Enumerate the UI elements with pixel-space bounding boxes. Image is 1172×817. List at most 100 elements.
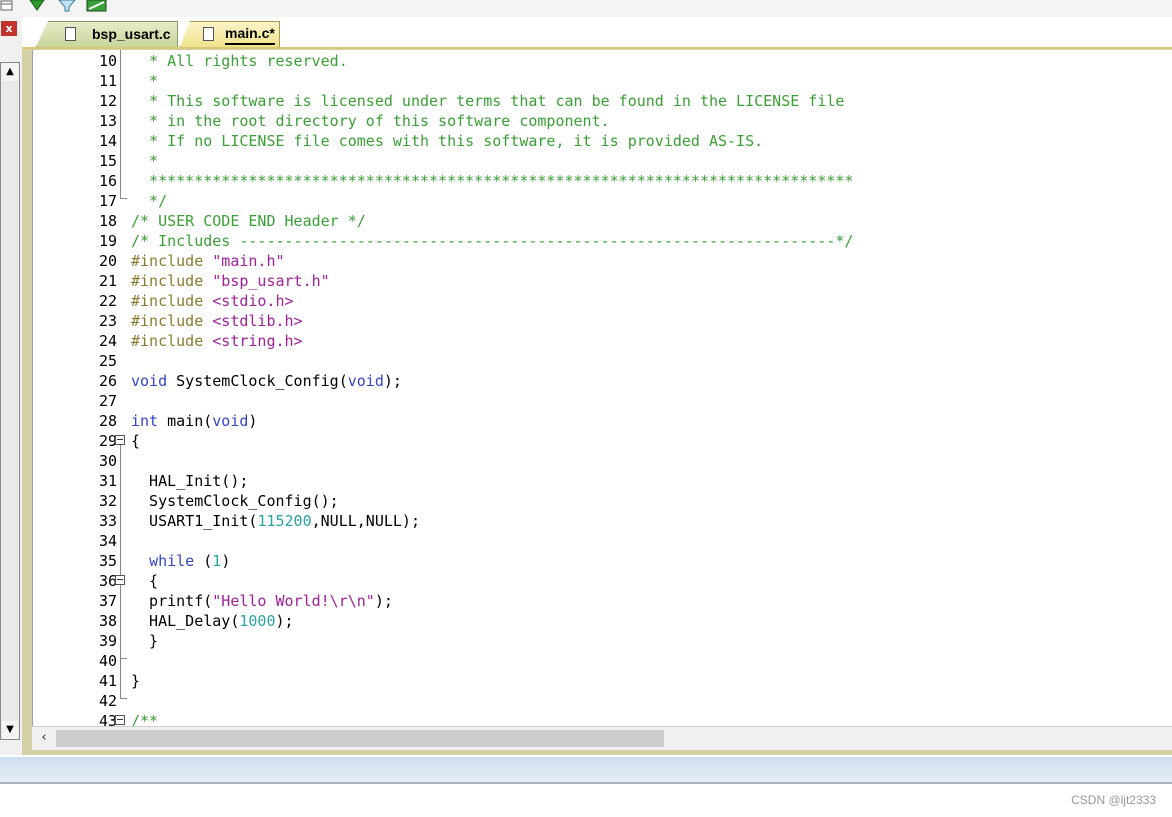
tab-bsp-usart-c[interactable]: bsp_usart.c [36, 21, 178, 47]
image-view-icon[interactable] [86, 0, 108, 12]
code-token: * This software is licensed under terms … [131, 92, 845, 110]
line-number: 35 [98, 552, 117, 570]
line-number: 29 [98, 432, 117, 450]
code-line[interactable]: 11 * [33, 71, 1172, 91]
tab-main-c[interactable]: main.c* [180, 21, 280, 47]
download-arrow-icon[interactable] [28, 0, 46, 12]
code-editor[interactable]: 10 * All rights reserved. 11 * 12 * This s… [32, 50, 1172, 726]
code-line[interactable]: 41} [33, 671, 1172, 691]
code-text: printf("Hello World!\r\n"); [131, 591, 393, 611]
code-token: HAL_Init(); [131, 472, 249, 490]
filter-icon[interactable] [58, 0, 76, 12]
code-text: * [131, 71, 158, 91]
code-line[interactable]: 27 [33, 391, 1172, 411]
line-number: 41 [98, 672, 117, 690]
fold-toggle-icon[interactable] [115, 435, 125, 445]
code-line[interactable]: 14 * If no LICENSE file comes with this … [33, 131, 1172, 151]
line-number: 16 [98, 172, 117, 190]
tab-bar: bsp_usart.c main.c* [22, 17, 1172, 49]
code-text: * If no LICENSE file comes with this sof… [131, 131, 763, 151]
code-line[interactable]: 24 #include <string.h> [33, 331, 1172, 351]
code-line[interactable]: 31 HAL_Init(); [33, 471, 1172, 491]
code-token: #include [131, 292, 213, 310]
line-number: 42 [98, 692, 117, 710]
code-line[interactable]: 32 SystemClock_Config(); [33, 491, 1172, 511]
line-number: 12 [98, 92, 117, 110]
line-number: 23 [98, 312, 117, 330]
line-number: 20 [98, 252, 117, 270]
line-number: 27 [98, 392, 117, 410]
scroll-left-icon[interactable]: ‹ [36, 729, 52, 747]
vertical-scrollbar[interactable]: ▲ ▼ [0, 62, 20, 740]
code-token: #include [131, 252, 213, 270]
line-number: 22 [98, 292, 117, 310]
code-token: #include [131, 272, 213, 290]
code-token: void [347, 372, 384, 390]
line-number: 32 [98, 492, 117, 510]
code-token: SystemClock_Config(); [131, 492, 339, 510]
code-line[interactable]: 17 */ [33, 191, 1172, 211]
code-token: /* Includes ----------------------------… [131, 232, 854, 250]
code-line[interactable]: 29 { [33, 431, 1172, 451]
code-line[interactable]: 36 { [33, 571, 1172, 591]
code-token: } [131, 632, 159, 650]
code-token: HAL_Delay( [131, 612, 240, 630]
code-text: #include <stdlib.h> [131, 311, 303, 331]
scroll-up-icon[interactable]: ▲ [2, 63, 18, 81]
line-number: 14 [98, 132, 117, 150]
code-line[interactable]: 25 [33, 351, 1172, 371]
code-line[interactable]: 23 #include <stdlib.h> [33, 311, 1172, 331]
code-line[interactable]: 35 while (1) [33, 551, 1172, 571]
code-line[interactable]: 39 } [33, 631, 1172, 651]
code-text: HAL_Init(); [131, 471, 248, 491]
close-icon[interactable]: x [1, 21, 17, 36]
scroll-down-icon[interactable]: ▼ [2, 721, 18, 739]
code-line[interactable]: 15 * [33, 151, 1172, 171]
code-line[interactable]: 42 [33, 691, 1172, 711]
code-token: void [212, 412, 249, 430]
code-line[interactable]: 22 #include <stdio.h> [33, 291, 1172, 311]
code-line[interactable]: 28 int main(void) [33, 411, 1172, 431]
code-text: HAL_Delay(1000); [131, 611, 294, 631]
code-line[interactable]: 21 #include "bsp_usart.h" [33, 271, 1172, 291]
code-line[interactable]: 33 USART1_Init(115200,NULL,NULL); [33, 511, 1172, 531]
code-token: * All rights reserved. [131, 52, 348, 70]
scroll-thumb[interactable] [56, 730, 664, 747]
fold-toggle-icon[interactable] [115, 575, 125, 585]
line-number: 21 [98, 272, 117, 290]
line-number: 18 [98, 212, 117, 230]
line-number: 25 [98, 352, 117, 370]
code-line[interactable]: 37 printf("Hello World!\r\n"); [33, 591, 1172, 611]
code-line[interactable]: 12 * This software is licensed under ter… [33, 91, 1172, 111]
code-line[interactable]: 30 [33, 451, 1172, 471]
code-token: ); [374, 592, 393, 610]
code-token: ); [275, 612, 294, 630]
line-number: 28 [98, 412, 117, 430]
fold-toggle-icon[interactable] [115, 715, 125, 725]
window-icon[interactable] [0, 0, 14, 12]
code-token: ); [383, 372, 402, 390]
code-line[interactable]: 13 * in the root directory of this softw… [33, 111, 1172, 131]
line-number: 17 [98, 192, 117, 210]
code-text: * in the root directory of this software… [131, 111, 610, 131]
line-number: 30 [98, 452, 117, 470]
code-token: ) [248, 412, 258, 430]
horizontal-scrollbar[interactable]: ‹ [32, 726, 1172, 750]
code-token: * If no LICENSE file comes with this sof… [131, 132, 764, 150]
code-text: /* Includes ----------------------------… [131, 231, 853, 251]
code-line[interactable]: 18 /* USER CODE END Header */ [33, 211, 1172, 231]
code-line[interactable]: 16 *************************************… [33, 171, 1172, 191]
code-line[interactable]: 26 void SystemClock_Config(void); [33, 371, 1172, 391]
code-line[interactable]: 10 * All rights reserved. [33, 51, 1172, 71]
editor-frame: bsp_usart.c main.c* 10 * All rights rese… [22, 17, 1172, 755]
line-number: 26 [98, 372, 117, 390]
line-number: 13 [98, 112, 117, 130]
code-line[interactable]: 43 /** [33, 711, 1172, 726]
code-line[interactable]: 19 /* Includes --------------------------… [33, 231, 1172, 251]
code-line[interactable]: 20 #include "main.h" [33, 251, 1172, 271]
line-number: 36 [98, 572, 117, 590]
code-line[interactable]: 40 [33, 651, 1172, 671]
code-line[interactable]: 34 [33, 531, 1172, 551]
code-line[interactable]: 38 HAL_Delay(1000); [33, 611, 1172, 631]
code-token: "bsp_usart.h" [212, 272, 330, 290]
